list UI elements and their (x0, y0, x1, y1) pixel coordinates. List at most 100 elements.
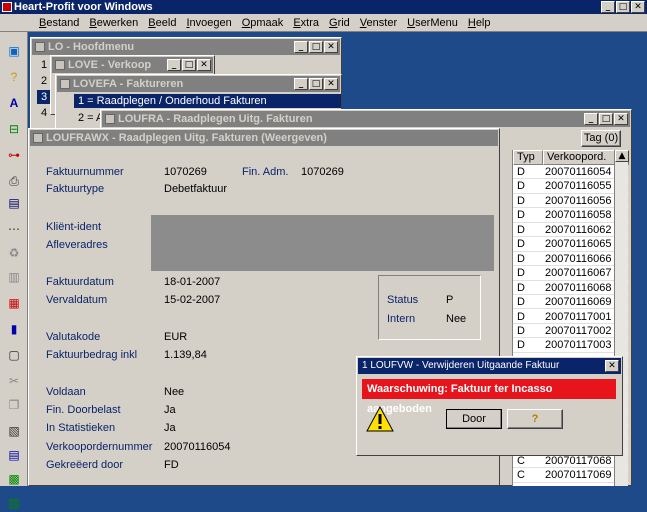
copy-icon[interactable]: ❐ (4, 396, 24, 414)
cell-verkoopord: 20070117002 (545, 324, 612, 337)
loufra-minimize-button[interactable]: _ (584, 113, 598, 125)
cell-typ: D (517, 252, 525, 265)
report-icon[interactable]: ▥ (4, 268, 24, 286)
lovefa-close-button[interactable]: ✕ (324, 78, 338, 90)
vervaldatum-value: 15-02-2007 (164, 294, 221, 306)
app-title: Heart-Profit voor Windows (14, 1, 153, 13)
bar-chart-icon[interactable]: ▮ (4, 320, 24, 338)
lovefa-row-1[interactable]: 1 = Raadplegen / Onderhoud Fakturen (74, 94, 341, 108)
lovefa-maximize-button[interactable]: □ (309, 78, 323, 90)
table-row[interactable]: D 20070116056 (513, 194, 629, 209)
document-icon[interactable]: ▤ (4, 446, 24, 464)
afleveradres-label: Afleveradres (46, 239, 108, 251)
lo-row-3[interactable]: 3 (37, 90, 52, 104)
form-icon[interactable]: ▤ (4, 194, 24, 212)
table-row[interactable]: D 20070116054 (513, 165, 629, 180)
dialog-close-button[interactable]: ✕ (605, 360, 619, 372)
dialog-title-bar: 1 LOUFVW - Verwijderen Uitgaande Faktuur… (358, 358, 621, 374)
finadm-value: 1070269 (301, 166, 344, 178)
table-row[interactable]: D 20070117001 (513, 310, 629, 324)
printer-icon[interactable]: ⎙ (4, 172, 24, 190)
table-row[interactable]: D 20070116058 (513, 208, 629, 223)
menu-extra[interactable]: Extra (288, 14, 324, 31)
table-row[interactable]: C 20070117069 (513, 468, 629, 483)
cell-typ: D (517, 324, 525, 337)
lo-row-4[interactable]: 4 (41, 106, 47, 120)
loufrawx-title-text: LOUFRAWX - Raadplegen Uitg. Fakturen (We… (46, 132, 327, 144)
love-title-text: LOVE - Verkoop (68, 59, 152, 71)
grid-scroll-up-button[interactable]: ▲ (615, 150, 629, 162)
help-icon[interactable]: ? (4, 68, 24, 86)
table-row[interactable]: D 20070116062 (513, 223, 629, 238)
faktuurtype-label: Faktuurtype (46, 183, 105, 195)
cell-typ: D (517, 238, 525, 251)
app-close-button[interactable]: ✕ (631, 1, 645, 13)
tag-button[interactable]: Tag (0) (581, 130, 621, 147)
lovefa-minimize-button[interactable]: _ (294, 78, 308, 90)
lo-close-button[interactable]: ✕ (324, 41, 338, 53)
text-format-icon[interactable]: A (4, 94, 24, 112)
intern-label: Intern (387, 313, 416, 325)
loufra-maximize-button[interactable]: □ (599, 113, 613, 125)
table-row[interactable]: D 20070116055 (513, 179, 629, 194)
lo-minimize-button[interactable]: _ (294, 41, 308, 53)
scissors-icon[interactable]: ✂ (4, 372, 24, 390)
cell-typ: D (517, 339, 525, 352)
lo-row-1[interactable]: 1 (41, 58, 47, 72)
cell-verkoopord: 20070116056 (545, 194, 612, 207)
faktuurnummer-value: 1070269 (164, 166, 207, 178)
table-row[interactable]: D 20070116068 (513, 281, 629, 295)
lo-maximize-button[interactable]: □ (309, 41, 323, 53)
calculator-icon[interactable]: ▩ (4, 470, 24, 488)
menu-beeld[interactable]: Beeld (143, 14, 181, 31)
app-minimize-button[interactable]: _ (601, 1, 615, 13)
chart-icon[interactable]: ▦ (4, 294, 24, 312)
status-label: Status (387, 294, 419, 306)
key-icon[interactable]: ⊶ (4, 146, 24, 164)
paste-icon[interactable]: ▧ (4, 422, 24, 440)
table-row[interactable]: C 20070117068 (513, 454, 629, 469)
dots-icon[interactable]: ⋯ (4, 220, 24, 238)
menu-grid[interactable]: Grid (324, 14, 355, 31)
menu-help[interactable]: Help (463, 14, 496, 31)
cell-verkoopord: 20070117068 (545, 455, 612, 467)
menu-usermenu[interactable]: UserMenu (402, 14, 463, 31)
faktuurtype-value: Debetfaktuur (164, 183, 227, 195)
faktuurdatum-label: Faktuurdatum (46, 276, 114, 288)
table-row[interactable]: D 20070117003 (513, 338, 629, 353)
lo-row-2[interactable]: 2 (41, 74, 47, 88)
menu-opmaak[interactable]: Opmaak (237, 14, 289, 31)
window-icon (55, 60, 65, 70)
voldaan-label: Voldaan (46, 386, 86, 398)
voldaan-value: Nee (164, 386, 185, 398)
app-maximize-button[interactable]: □ (616, 1, 630, 13)
love-minimize-button[interactable]: _ (167, 59, 181, 71)
table-row[interactable]: D 20070117002 (513, 324, 629, 339)
clipboard-icon[interactable]: ▣ (4, 42, 24, 60)
photo-icon[interactable]: ▨ (4, 494, 24, 512)
grid-header-typ[interactable]: Typ (513, 150, 543, 165)
love-close-button[interactable]: ✕ (197, 59, 211, 71)
menu-bewerken[interactable]: Bewerken (84, 14, 143, 31)
menu-bestand[interactable]: Bestand (34, 14, 84, 31)
export-icon[interactable]: ⊟ (4, 120, 24, 138)
app-title-bar: Heart-Profit voor Windows _ □ ✕ (0, 0, 647, 14)
dialog-help-button[interactable]: ? (507, 409, 563, 429)
menu-venster[interactable]: Venster (355, 14, 402, 31)
loufrawx-window-title: LOUFRAWX - Raadplegen Uitg. Fakturen (We… (30, 130, 498, 146)
in-statistieken-label: In Statistieken (46, 422, 116, 434)
verkoopordernummer-value: 20070116054 (164, 441, 231, 453)
table-row[interactable]: D 20070116067 (513, 266, 629, 281)
table-row[interactable]: D 20070116066 (513, 252, 629, 267)
faktuurdatum-value: 18-01-2007 (164, 276, 221, 288)
fin-doorbelast-value: Ja (164, 404, 176, 416)
cell-typ: D (517, 209, 525, 222)
table-row[interactable]: D 20070116069 (513, 295, 629, 310)
recycle-icon[interactable]: ♻ (4, 244, 24, 262)
window-icon[interactable]: ▢ (4, 346, 24, 364)
loufra-close-button[interactable]: ✕ (614, 113, 628, 125)
door-button[interactable]: Door (446, 409, 502, 429)
table-row[interactable]: D 20070116065 (513, 237, 629, 252)
love-maximize-button[interactable]: □ (182, 59, 196, 71)
menu-invoegen[interactable]: Invoegen (181, 14, 236, 31)
